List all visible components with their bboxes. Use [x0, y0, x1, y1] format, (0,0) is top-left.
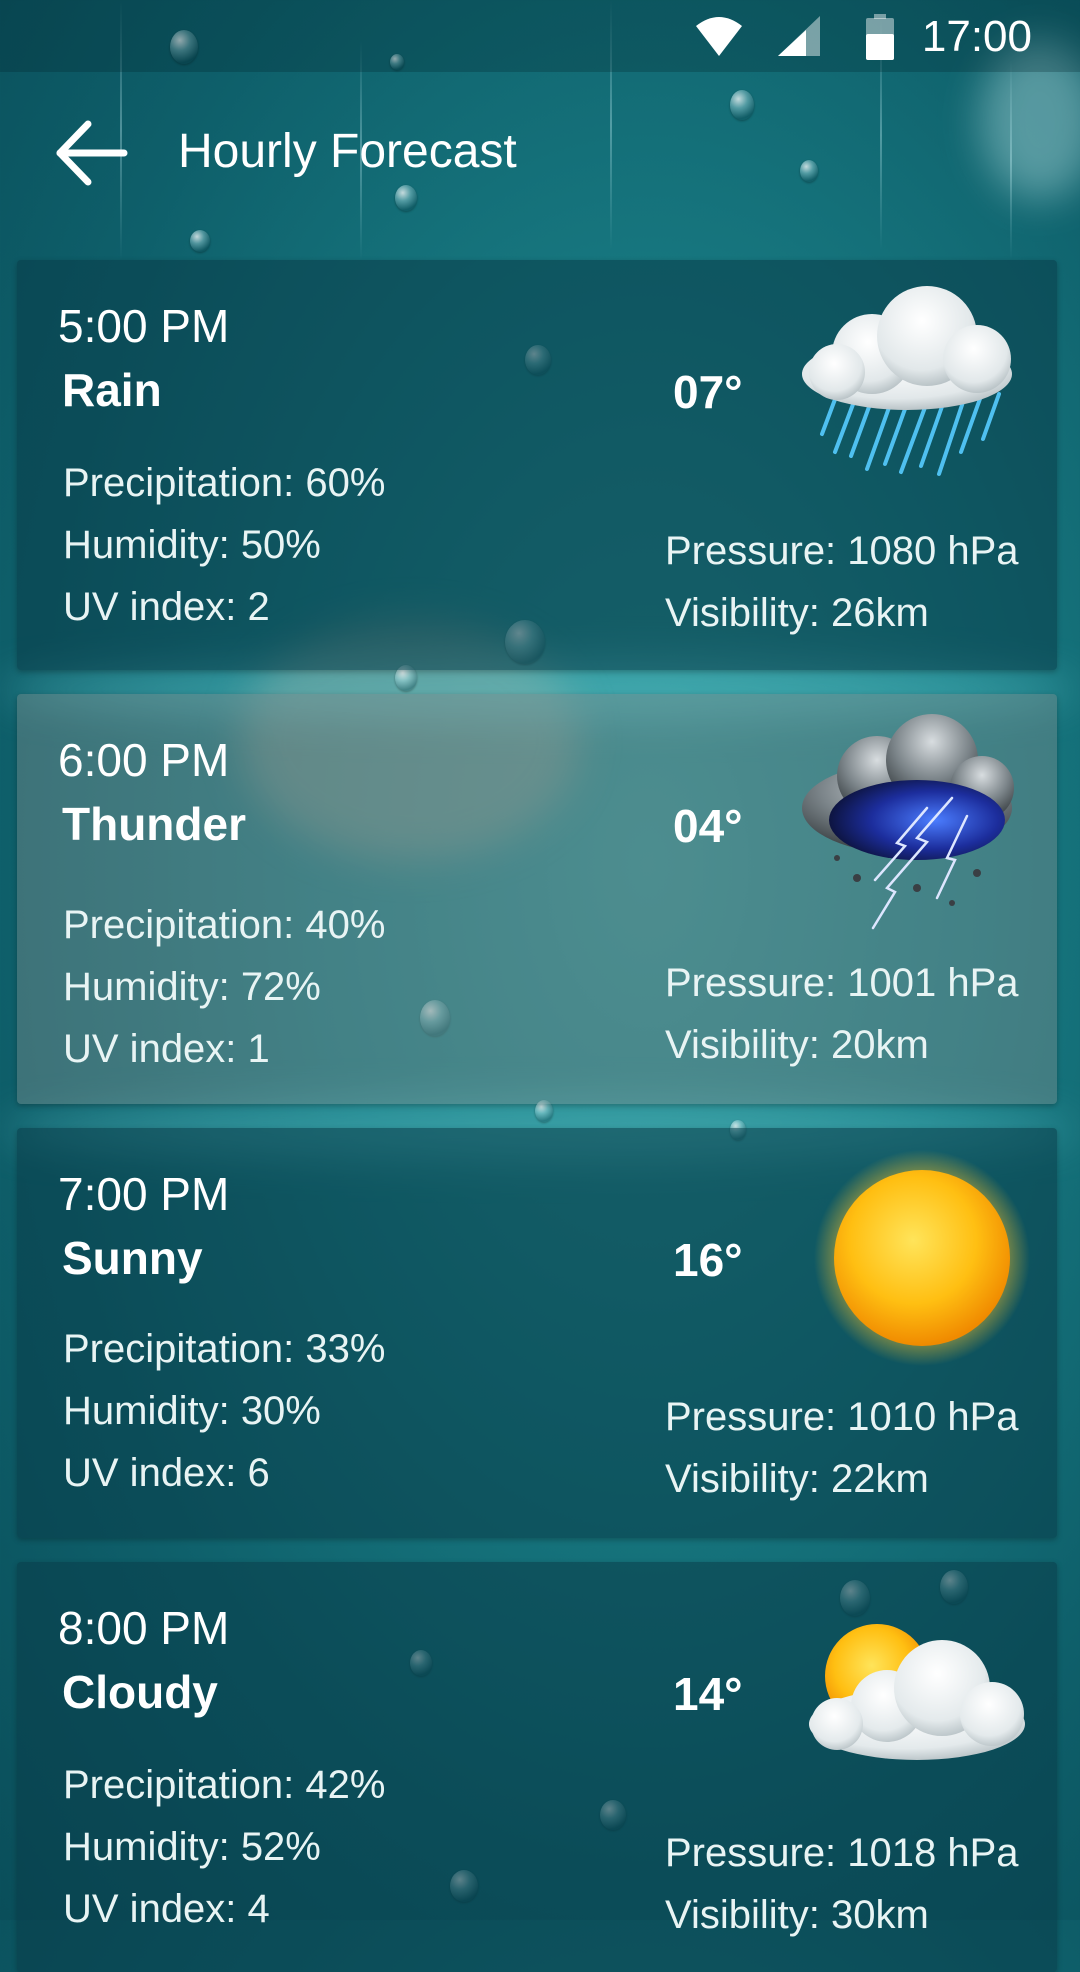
pressure-label: Pressure: 1018 hPa: [665, 1831, 1019, 1875]
forecast-card[interactable]: 8:00 PM Cloudy Precipitation: 42% Humidi…: [17, 1562, 1057, 1972]
humidity-label: Humidity: 72%: [63, 965, 321, 1009]
uv-index-label: UV index: 4: [63, 1887, 270, 1931]
humidity-label: Humidity: 30%: [63, 1389, 321, 1433]
arrow-left-icon[interactable]: [52, 118, 128, 188]
battery-icon: [866, 14, 894, 60]
precipitation-label: Precipitation: 60%: [63, 461, 386, 505]
partly-cloudy-icon: [809, 1624, 1025, 1760]
uv-index-label: UV index: 6: [63, 1451, 270, 1495]
precipitation-label: Precipitation: 42%: [63, 1763, 386, 1807]
uv-index-label: UV index: 2: [63, 585, 270, 629]
forecast-condition: Rain: [62, 364, 162, 416]
sun-icon: [814, 1150, 1030, 1366]
forecast-temperature: 14°: [673, 1668, 743, 1720]
humidity-label: Humidity: 52%: [63, 1825, 321, 1869]
forecast-card[interactable]: 7:00 PM Sunny Precipitation: 33% Humidit…: [17, 1128, 1057, 1538]
uv-index-label: UV index: 1: [63, 1027, 270, 1071]
status-time: 17:00: [921, 12, 1032, 61]
status-bar: 17:00: [0, 0, 1080, 72]
forecast-temperature: 04°: [673, 800, 743, 852]
visibility-label: Visibility: 22km: [665, 1457, 929, 1501]
forecast-condition: Sunny: [62, 1232, 203, 1284]
forecast-time: 5:00 PM: [58, 300, 230, 352]
forecast-time: 8:00 PM: [58, 1602, 230, 1654]
precipitation-label: Precipitation: 40%: [63, 903, 386, 947]
page-title: Hourly Forecast: [178, 125, 517, 178]
forecast-temperature: 16°: [673, 1234, 743, 1286]
forecast-time: 7:00 PM: [58, 1168, 230, 1220]
humidity-label: Humidity: 50%: [63, 523, 321, 567]
forecast-card[interactable]: 6:00 PM Thunder Precipitation: 40% Humid…: [17, 694, 1057, 1104]
forecast-card[interactable]: 5:00 PM Rain Precipitation: 60% Humidity…: [17, 260, 1057, 670]
visibility-label: Visibility: 30km: [665, 1893, 929, 1937]
visibility-label: Visibility: 26km: [665, 591, 929, 635]
thunderstorm-icon: [802, 714, 1014, 930]
cell-signal-icon: [778, 16, 820, 56]
forecast-temperature: 07°: [673, 366, 743, 418]
pressure-label: Pressure: 1010 hPa: [665, 1395, 1019, 1439]
forecast-condition: Cloudy: [62, 1666, 218, 1718]
visibility-label: Visibility: 20km: [665, 1023, 929, 1067]
pressure-label: Pressure: 1080 hPa: [665, 529, 1019, 573]
rain-cloud-icon: [802, 286, 1012, 476]
app-bar: Hourly Forecast: [0, 72, 1080, 232]
forecast-time: 6:00 PM: [58, 734, 230, 786]
precipitation-label: Precipitation: 33%: [63, 1327, 386, 1371]
water-drop: [190, 230, 210, 252]
forecast-condition: Thunder: [62, 798, 246, 850]
pressure-label: Pressure: 1001 hPa: [665, 961, 1019, 1005]
wifi-icon: [696, 17, 742, 56]
